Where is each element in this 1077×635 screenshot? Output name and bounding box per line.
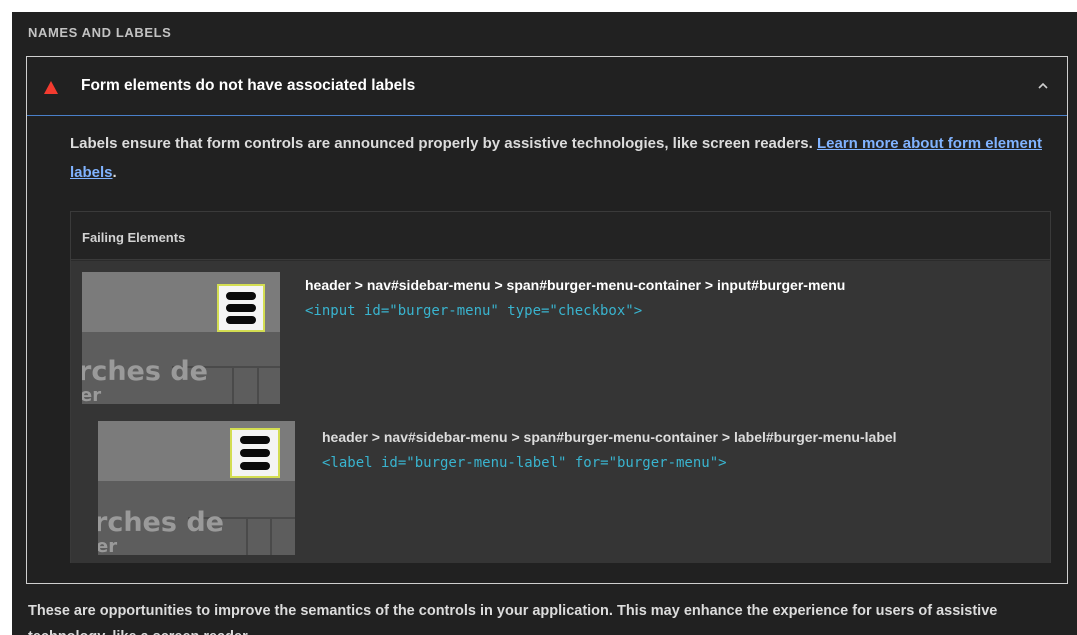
audit-description: Labels ensure that form controls are ann… (70, 129, 1050, 187)
node-snippet: <input id="burger-menu" type="checkbox"> (305, 303, 643, 319)
burger-menu-highlight (230, 428, 280, 478)
failing-node[interactable]: rches de er header > nav#sidebar-menu > … (71, 413, 1051, 563)
node-selector-path: header > nav#sidebar-menu > span#burger-… (322, 429, 897, 445)
thumbnail-text: rches de (82, 356, 208, 387)
thumbnail-text: er (82, 385, 102, 404)
thumbnail-text: rches de (98, 507, 224, 538)
warning-triangle-icon (44, 81, 58, 94)
node-selector-path: header > nav#sidebar-menu > span#burger-… (305, 277, 846, 293)
section-heading: NAMES AND LABELS (28, 25, 172, 40)
node-thumbnail: rches de er (82, 272, 280, 404)
failing-elements-title: Failing Elements (82, 230, 186, 245)
section-footer-text: These are opportunities to improve the s… (28, 603, 998, 635)
audit-item: Form elements do not have associated lab… (26, 56, 1068, 584)
audit-title: Form elements do not have associated lab… (81, 77, 416, 94)
failing-elements-list: rches de er header > nav#sidebar-menu > … (71, 261, 1050, 563)
burger-menu-highlight (217, 284, 265, 332)
description-text: Labels ensure that form controls are ann… (70, 135, 817, 152)
failing-node[interactable]: rches de er header > nav#sidebar-menu > … (71, 261, 1051, 413)
node-snippet: <label id="burger-menu-label" for="burge… (322, 455, 727, 471)
node-thumbnail: rches de er (98, 421, 295, 555)
audit-panel: NAMES AND LABELS Form elements do not ha… (12, 12, 1077, 635)
description-end: . (112, 164, 117, 181)
audit-header[interactable]: Form elements do not have associated lab… (27, 57, 1067, 116)
failing-elements-header: Failing Elements (71, 212, 1050, 260)
chevron-up-icon[interactable] (1036, 79, 1050, 93)
thumbnail-text: er (98, 536, 118, 555)
failing-elements-table: Failing Elements rches de er header > na… (70, 211, 1051, 563)
